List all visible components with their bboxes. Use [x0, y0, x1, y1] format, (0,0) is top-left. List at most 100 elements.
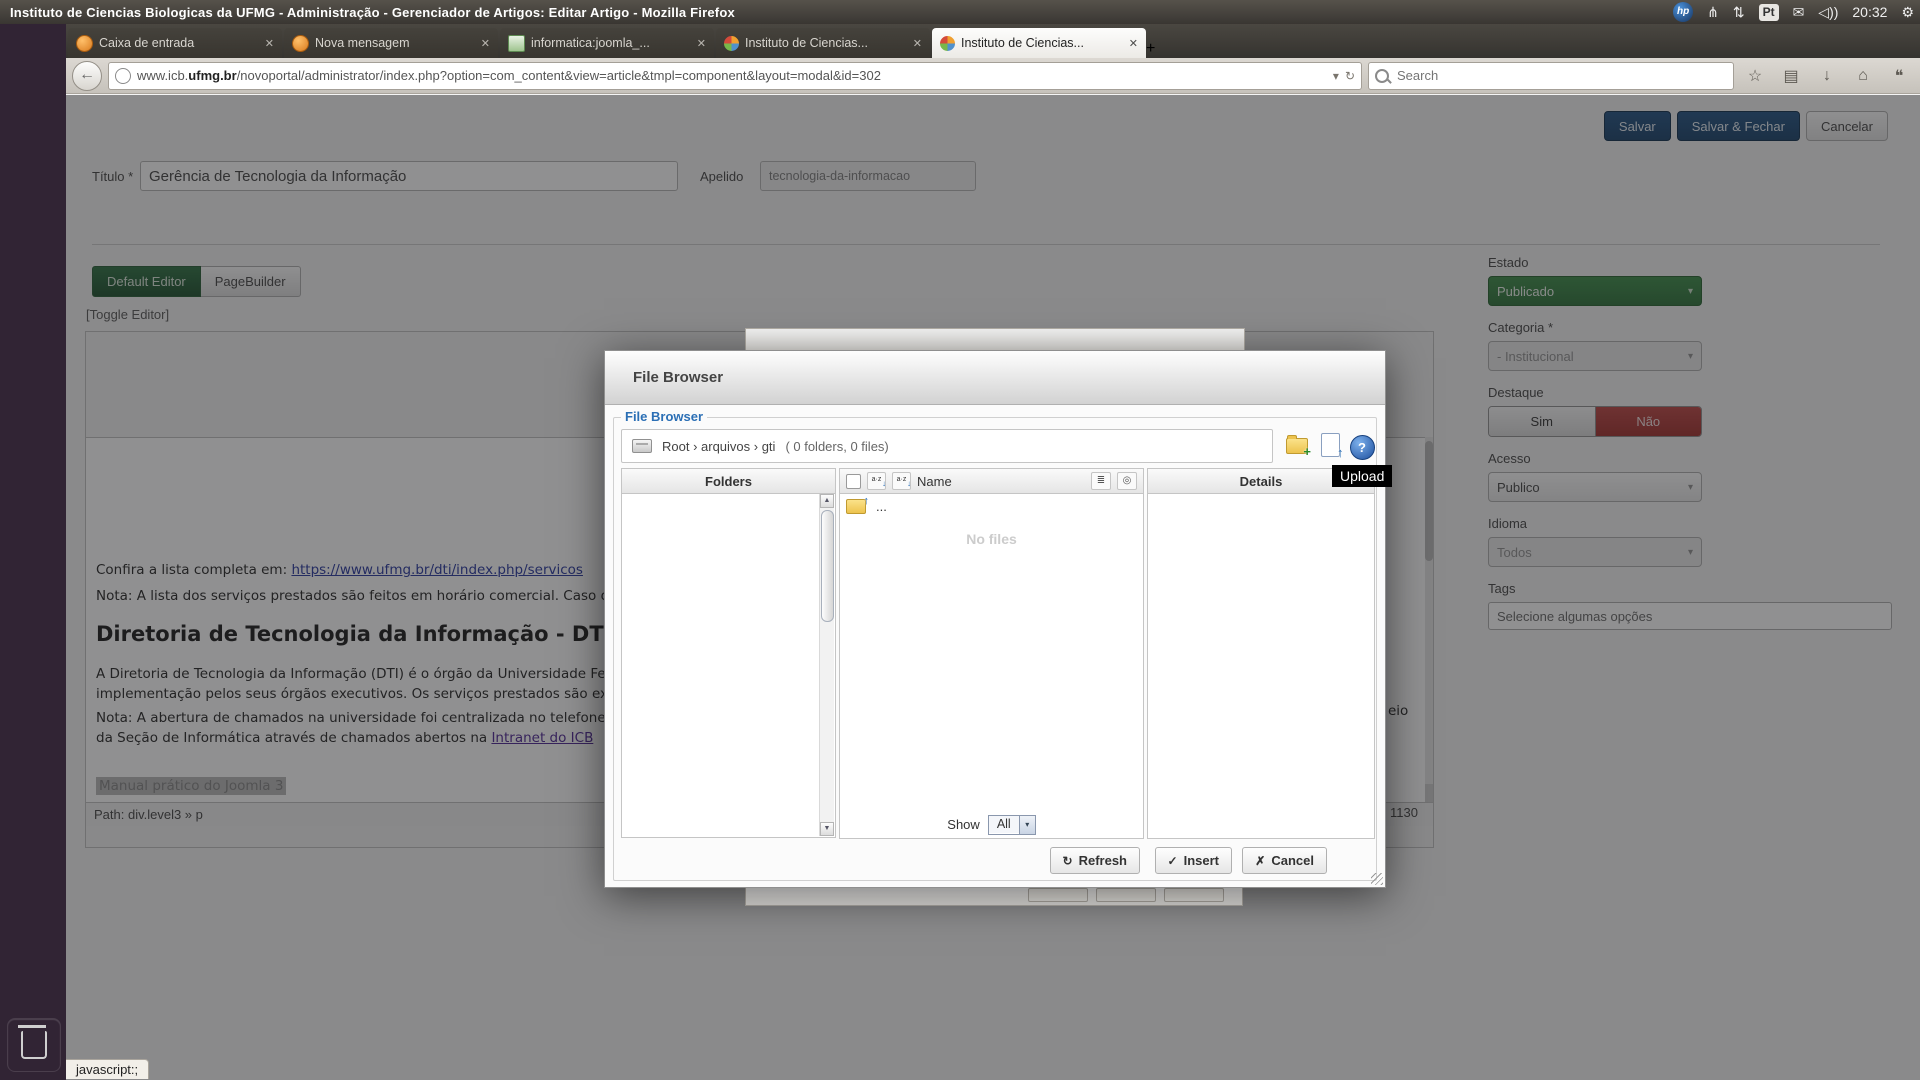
show-value: All — [989, 816, 1019, 833]
trash-launcher[interactable] — [7, 1018, 61, 1072]
keyboard-layout-indicator[interactable]: Pt — [1759, 4, 1779, 21]
downloads-icon[interactable]: ↓ — [1812, 67, 1842, 85]
power-gear-icon[interactable]: ⚙ — [1901, 0, 1914, 24]
folder-up-icon — [846, 499, 866, 514]
clock[interactable]: 20:32 — [1852, 4, 1887, 20]
home-icon[interactable]: ⌂ — [1848, 67, 1878, 85]
site-identity-icon[interactable] — [115, 68, 131, 84]
joomla-icon — [724, 36, 739, 51]
insert-button[interactable]: ✓Insert — [1155, 847, 1232, 874]
show-select[interactable]: All ▾ — [988, 815, 1036, 835]
hidden-button — [1028, 888, 1088, 902]
url-text[interactable]: www.icb.ufmg.br/novoportal/administrator… — [137, 68, 1327, 83]
joomla-icon — [940, 36, 955, 51]
cross-icon: ✗ — [1255, 854, 1265, 868]
search-files-icon[interactable]: ◎ — [1117, 472, 1137, 490]
hidden-button — [1164, 888, 1224, 902]
drive-icon — [632, 439, 652, 453]
network-arrows-icon[interactable]: ⇅ — [1733, 0, 1745, 24]
upload-button[interactable]: ↑ — [1315, 430, 1345, 460]
workspace-crane-icon[interactable]: ⋔ — [1707, 0, 1719, 24]
browser-tab[interactable]: Nova mensagem✕ — [284, 28, 498, 58]
browser-tab[interactable]: Caixa de entrada ✕ — [68, 28, 282, 58]
cancel-dialog-button[interactable]: ✗Cancel — [1242, 847, 1327, 874]
dialog-title: File Browser — [633, 369, 723, 386]
refresh-label: Refresh — [1079, 853, 1127, 868]
tab-close-icon[interactable]: ✕ — [481, 37, 490, 50]
tab-close-icon[interactable]: ✕ — [265, 37, 274, 50]
browser-tab[interactable]: Instituto de Ciencias...✕ — [716, 28, 930, 58]
sort-desc-icon[interactable]: a·z — [892, 472, 911, 490]
file-browser-dialog: File Browser File Browser Root › arquivo… — [604, 350, 1386, 888]
tree-scrollbar-thumb[interactable] — [821, 510, 834, 622]
browser-tab[interactable]: informatica:joomla_... ✕ — [500, 28, 714, 58]
volume-icon[interactable]: ◁)) — [1818, 0, 1838, 24]
url-dropdown-icon[interactable]: ▾ — [1333, 69, 1339, 83]
dialog-title-bar[interactable]: File Browser — [605, 351, 1385, 405]
underlying-dialog-edge — [745, 328, 1245, 352]
reload-icon[interactable]: ↻ — [1345, 69, 1355, 83]
details-footer-strip — [1147, 811, 1375, 839]
trash-icon — [21, 1031, 47, 1059]
page-viewport: Salvar Salvar & Fechar Cancelar Título *… — [66, 95, 1920, 1080]
select-all-checkbox[interactable] — [846, 474, 861, 489]
tab-strip: Caixa de entrada✕Nova mensagem✕informati… — [66, 24, 1920, 58]
tab-close-icon[interactable]: ✕ — [1129, 37, 1138, 50]
chevron-down-icon: ▾ — [1019, 816, 1035, 834]
hidden-button — [1096, 888, 1156, 902]
upload-tooltip: Upload — [1332, 465, 1392, 487]
tab-close-icon[interactable]: ✕ — [697, 37, 706, 50]
url-bar[interactable]: www.icb.ufmg.br/novoportal/administrator… — [108, 62, 1362, 90]
bookmarks-menu-icon[interactable]: ▤ — [1776, 66, 1806, 86]
new-folder-button[interactable]: + — [1282, 431, 1312, 461]
show-bar: Show All ▾ — [839, 811, 1144, 839]
refresh-button[interactable]: ↻Refresh — [1050, 847, 1140, 874]
firefox-window: Caixa de entrada✕Nova mensagem✕informati… — [66, 24, 1920, 1080]
upload-icon: ↑ — [1321, 433, 1340, 457]
tab-title: Instituto de Ciencias... — [961, 36, 1123, 50]
unity-launcher — [0, 24, 66, 1080]
page-icon — [508, 35, 525, 52]
files-header: a·z a·z Name ≣ ◎ — [840, 469, 1143, 494]
tab-title: informatica:joomla_... — [531, 36, 691, 50]
new-tab-button[interactable]: + — [1146, 40, 1155, 58]
breadcrumb: Root › arquivos › gti ( 0 folders, 0 fil… — [621, 429, 1273, 463]
bookmark-star-icon[interactable]: ☆ — [1740, 66, 1770, 86]
help-icon: ? — [1350, 435, 1375, 460]
tab-close-icon[interactable]: ✕ — [913, 37, 922, 50]
back-button[interactable]: ← — [72, 61, 102, 91]
search-icon — [1375, 69, 1389, 83]
tree-scrollbar[interactable]: ▲ ▼ — [819, 494, 834, 836]
mail-envelope-icon[interactable]: ✉ — [1793, 0, 1805, 24]
hp-logo-icon[interactable]: hp — [1673, 2, 1693, 22]
search-bar[interactable] — [1368, 62, 1734, 90]
scroll-down-icon[interactable]: ▼ — [820, 822, 834, 836]
breadcrumb-path[interactable]: Root › arquivos › gti — [662, 439, 775, 454]
folder-tree — [623, 494, 820, 836]
listview-icon[interactable]: ≣ — [1091, 472, 1111, 490]
status-popup: javascript:; — [66, 1059, 149, 1079]
url-path: /novoportal/administrator/index.php?opti… — [237, 68, 881, 83]
dialog-resize-handle[interactable] — [1371, 873, 1383, 885]
sort-asc-icon[interactable]: a·z — [867, 472, 886, 490]
insert-label: Insert — [1184, 853, 1219, 868]
fieldset-legend: File Browser — [621, 409, 707, 424]
files-panel: a·z a·z Name ≣ ◎ ... No files — [839, 468, 1144, 812]
breadcrumb-info: ( 0 folders, 0 files) — [785, 439, 888, 454]
folders-header: Folders — [622, 469, 835, 494]
chat-icon[interactable]: ❝ — [1884, 66, 1914, 86]
name-column-header[interactable]: Name — [917, 474, 1085, 489]
help-button[interactable]: ? — [1347, 432, 1377, 462]
show-label: Show — [947, 817, 980, 832]
desktop-top-bar: Instituto de Ciencias Biologicas da UFMG… — [0, 0, 1920, 24]
scroll-up-icon[interactable]: ▲ — [820, 494, 834, 508]
mail-icon — [76, 35, 93, 52]
parent-folder-row[interactable]: ... — [846, 499, 887, 514]
screen: Instituto de Ciencias Biologicas da UFMG… — [0, 0, 1920, 1080]
search-input[interactable] — [1395, 67, 1727, 84]
browser-tab[interactable]: Instituto de Ciencias... ✕ — [932, 28, 1146, 58]
url-domain: ufmg.br — [188, 68, 236, 83]
url-prefix: www.icb. — [137, 68, 188, 83]
tab-title: Caixa de entrada — [99, 36, 259, 50]
no-files-message: No files — [840, 531, 1143, 547]
